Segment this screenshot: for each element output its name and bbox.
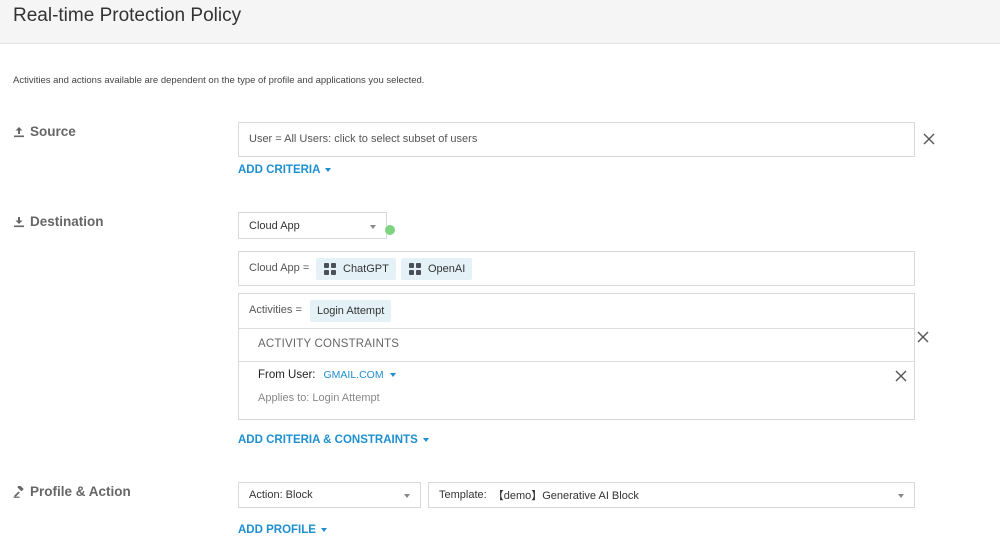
- source-user-text: User = All Users: click to select subset…: [249, 133, 478, 145]
- app-chip-label: OpenAI: [428, 263, 466, 275]
- source-label: Source: [30, 124, 76, 139]
- from-user-dropdown[interactable]: GMAIL.COM: [324, 369, 396, 381]
- add-criteria-label: ADD CRITERIA: [238, 164, 321, 176]
- source-user-field[interactable]: User = All Users: click to select subset…: [238, 122, 915, 157]
- activity-chip-label: Login Attempt: [317, 305, 385, 317]
- profile-action-section-label: Profile & Action: [13, 484, 131, 499]
- download-icon: [14, 216, 24, 227]
- profile-action-label: Profile & Action: [30, 484, 131, 499]
- source-remove-close-icon[interactable]: [922, 132, 936, 146]
- app-chip-chatgpt[interactable]: ChatGPT: [316, 258, 396, 280]
- app-grid-icon: [324, 263, 336, 275]
- destination-label: Destination: [30, 214, 104, 229]
- template-select[interactable]: Template: 【demo】Generative AI Block: [428, 482, 915, 508]
- add-criteria-constraints-link[interactable]: ADD CRITERIA & CONSTRAINTS: [238, 434, 429, 446]
- template-value: 【demo】Generative AI Block: [492, 490, 639, 502]
- activities-prefix: Activities =: [249, 304, 302, 316]
- info-text: Activities and actions available are dep…: [13, 75, 425, 86]
- gavel-icon: [13, 485, 24, 498]
- from-user-row: From User: GMAIL.COM: [258, 369, 396, 381]
- page-header: Real-time Protection Policy: [0, 0, 1000, 44]
- from-user-label: From User:: [258, 369, 316, 381]
- divider: [239, 361, 914, 362]
- activity-chip[interactable]: Login Attempt: [310, 300, 392, 322]
- template-prefix: Template:: [439, 489, 487, 501]
- destination-type-value: Cloud App: [249, 219, 300, 232]
- app-chip-openai[interactable]: OpenAI: [401, 258, 473, 280]
- source-section-label: Source: [13, 124, 76, 139]
- chevron-down-icon: [404, 494, 410, 498]
- action-select[interactable]: Action: Block: [238, 482, 421, 508]
- status-dot: [385, 225, 395, 235]
- caret-down-icon: [389, 373, 396, 377]
- destination-section-label: Destination: [13, 214, 104, 229]
- page-title: Real-time Protection Policy: [13, 5, 242, 26]
- chevron-down-icon: [370, 225, 376, 229]
- action-select-value: Action: Block: [249, 489, 313, 501]
- caret-down-icon: [320, 528, 327, 532]
- chevron-down-icon: [898, 494, 904, 498]
- constraint-remove-close-icon[interactable]: [894, 369, 908, 383]
- add-profile-link[interactable]: ADD PROFILE: [238, 524, 327, 536]
- caret-down-icon: [325, 168, 332, 172]
- applies-to-text: Applies to: Login Attempt: [258, 392, 380, 404]
- activities-remove-close-icon[interactable]: [916, 330, 930, 344]
- add-profile-label: ADD PROFILE: [238, 524, 316, 536]
- from-user-value: GMAIL.COM: [323, 369, 384, 381]
- upload-icon: [14, 126, 24, 137]
- app-grid-icon: [409, 263, 421, 275]
- app-chip-label: ChatGPT: [343, 263, 389, 275]
- divider: [239, 328, 914, 329]
- source-add-criteria-link[interactable]: ADD CRITERIA: [238, 164, 332, 176]
- cloud-app-prefix: Cloud App =: [249, 262, 310, 274]
- caret-down-icon: [422, 438, 429, 442]
- add-criteria-constraints-label: ADD CRITERIA & CONSTRAINTS: [238, 434, 418, 446]
- destination-type-select[interactable]: Cloud App: [238, 212, 387, 239]
- activity-constraints-title: ACTIVITY CONSTRAINTS: [258, 338, 400, 350]
